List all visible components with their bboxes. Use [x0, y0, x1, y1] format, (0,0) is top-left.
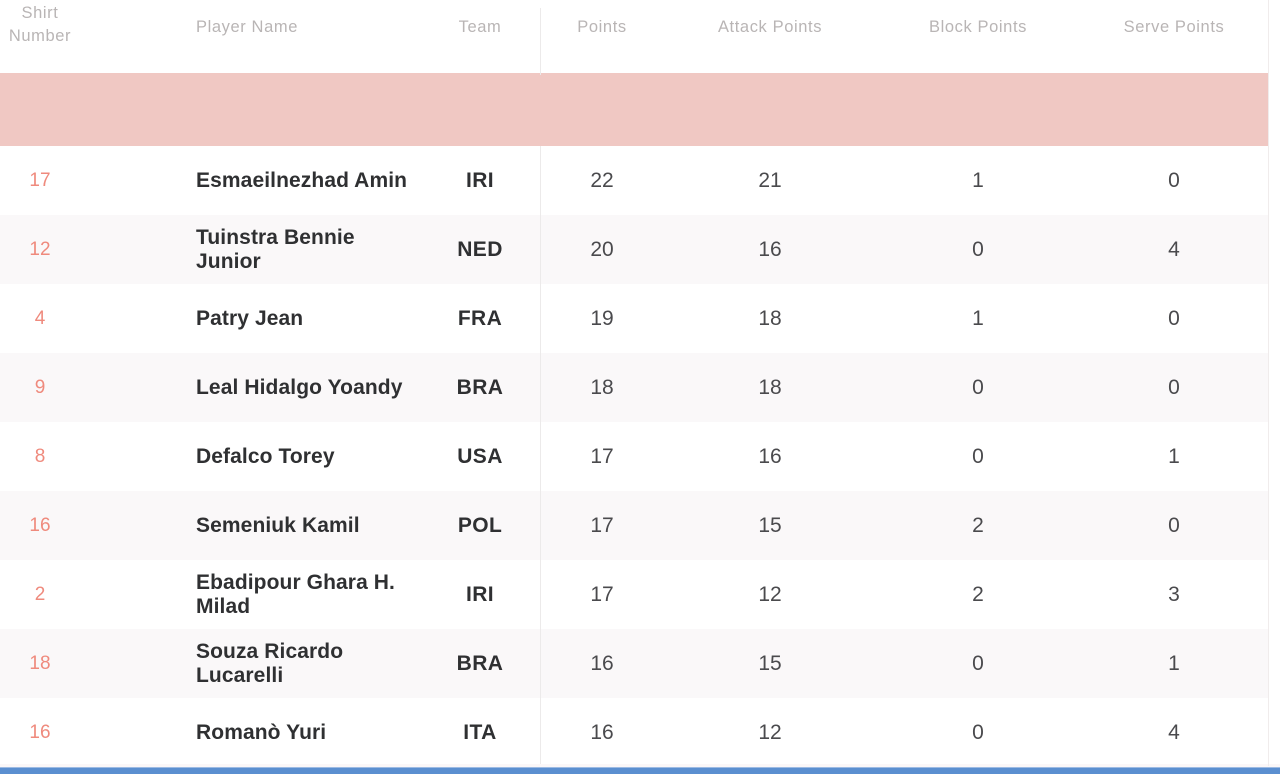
cell-attack-points: 12	[758, 720, 782, 744]
cell-block-points: 0	[972, 375, 984, 399]
cell-block-points: 2	[972, 513, 984, 537]
cell-points: 18	[590, 375, 614, 399]
cell-serve-points: 0	[1168, 306, 1180, 330]
column-header-points[interactable]: Points	[540, 0, 664, 73]
cell-player-name: Patry Jean	[196, 306, 304, 330]
cell-serve-points: 1	[1168, 651, 1180, 675]
table-row[interactable]: 2 Ebadipour Ghara H. Milad IRI 17 12 2 3	[0, 560, 1268, 629]
cell-block-points: 2	[972, 582, 984, 606]
header-divider-line	[0, 73, 1268, 146]
cell-player-name: Leal Hidalgo Yoandy	[196, 375, 403, 399]
table-body: 17 Esmaeilnezhad Amin IRI 22 21 1 0 12 Tuinstra …	[0, 146, 1268, 774]
cell-points: 17	[590, 444, 614, 468]
cell-team: IRI	[420, 560, 541, 629]
cell-serve-points: 0	[1168, 168, 1180, 192]
column-header-shirt-number-line1: Shirt	[21, 4, 59, 22]
column-header-player-name[interactable]: Player Name	[84, 0, 420, 73]
header-divider	[0, 73, 1268, 146]
cell-attack-points: 16	[758, 237, 782, 261]
cell-player-name: Defalco Torey	[196, 444, 335, 468]
table-header-row: Shirt Number Player Name Team Points Att…	[0, 0, 1268, 75]
table-row[interactable]: 16 Romanò Yuri ITA 16 12 0 4	[0, 698, 1268, 767]
table-row[interactable]: 16 Semeniuk Kamil POL 17 15 2 0	[0, 491, 1268, 560]
cell-points: 16	[590, 651, 614, 675]
cell-team: USA	[420, 422, 541, 491]
cell-attack-points: 15	[758, 651, 782, 675]
cell-attack-points: 18	[758, 375, 782, 399]
column-header-attack-points[interactable]: Attack Points	[664, 0, 876, 73]
table-row[interactable]: 9 Leal Hidalgo Yoandy BRA 18 18 0 0	[0, 353, 1268, 422]
cell-team: NED	[420, 215, 541, 284]
cell-shirt-number: 9	[34, 376, 46, 398]
cell-team: BRA	[420, 629, 541, 698]
cell-points: 16	[590, 720, 614, 744]
table-row[interactable]: 18 Souza Ricardo Lucarelli BRA 16 15 0 1	[0, 629, 1268, 698]
column-header-shirt-number[interactable]: Shirt Number	[0, 0, 84, 73]
cell-serve-points: 4	[1168, 237, 1180, 261]
cell-block-points: 1	[972, 306, 984, 330]
column-header-serve-points[interactable]: Serve Points	[1080, 0, 1268, 73]
cell-serve-points: 1	[1168, 444, 1180, 468]
cell-serve-points: 0	[1168, 375, 1180, 399]
cell-shirt-number: 16	[29, 721, 51, 743]
cell-team: ITA	[420, 698, 541, 767]
cell-attack-points: 21	[758, 168, 782, 192]
cell-player-name: Tuinstra Bennie Junior	[196, 225, 355, 273]
table-row[interactable]: 12 Tuinstra Bennie Junior NED 20 16 0 4	[0, 215, 1268, 284]
cell-block-points: 1	[972, 168, 984, 192]
cell-player-name: Romanò Yuri	[196, 720, 327, 744]
cell-serve-points: 4	[1168, 720, 1180, 744]
cell-serve-points: 3	[1168, 582, 1180, 606]
cell-points: 20	[590, 237, 614, 261]
cell-player-name: Semeniuk Kamil	[196, 513, 360, 537]
player-statistics-panel: Shirt Number Player Name Team Points Att…	[0, 0, 1280, 774]
table-header: Shirt Number Player Name Team Points Att…	[0, 0, 1268, 146]
table-row[interactable]: 17 Esmaeilnezhad Amin IRI 22 21 1 0	[0, 146, 1268, 215]
cell-shirt-number: 4	[34, 307, 46, 329]
player-statistics-table: Shirt Number Player Name Team Points Att…	[0, 0, 1268, 774]
column-header-team[interactable]: Team	[420, 0, 541, 75]
cell-block-points: 0	[972, 651, 984, 675]
cell-points: 22	[590, 168, 614, 192]
cell-team: BRA	[420, 353, 541, 422]
cell-team: IRI	[420, 146, 541, 215]
cell-attack-points: 18	[758, 306, 782, 330]
cell-player-name: Esmaeilnezhad Amin	[196, 168, 408, 192]
cell-shirt-number: 17	[29, 169, 51, 191]
cell-points: 17	[590, 513, 614, 537]
column-header-shirt-number-line2: Number	[8, 27, 72, 46]
cell-attack-points: 15	[758, 513, 782, 537]
cell-block-points: 0	[972, 720, 984, 744]
window-bottom-bar[interactable]	[0, 767, 1280, 774]
cell-player-name: Ebadipour Ghara H. Milad	[196, 570, 395, 618]
cell-shirt-number: 16	[29, 514, 51, 536]
cell-team: FRA	[420, 284, 541, 353]
cell-points: 17	[590, 582, 614, 606]
cell-team: POL	[420, 491, 541, 560]
cell-points: 19	[590, 306, 614, 330]
column-header-block-points[interactable]: Block Points	[876, 0, 1080, 73]
cell-shirt-number: 12	[29, 238, 51, 260]
cell-attack-points: 12	[758, 582, 782, 606]
cell-block-points: 0	[972, 444, 984, 468]
cell-block-points: 0	[972, 237, 984, 261]
table-row[interactable]: 4 Patry Jean FRA 19 18 1 0	[0, 284, 1268, 353]
cell-shirt-number: 2	[34, 583, 46, 605]
table-row[interactable]: 8 Defalco Torey USA 17 16 0 1	[0, 422, 1268, 491]
cell-player-name: Souza Ricardo Lucarelli	[196, 639, 344, 687]
cell-shirt-number: 18	[29, 652, 51, 674]
cell-attack-points: 16	[758, 444, 782, 468]
cell-serve-points: 0	[1168, 513, 1180, 537]
cell-shirt-number: 8	[34, 445, 46, 467]
